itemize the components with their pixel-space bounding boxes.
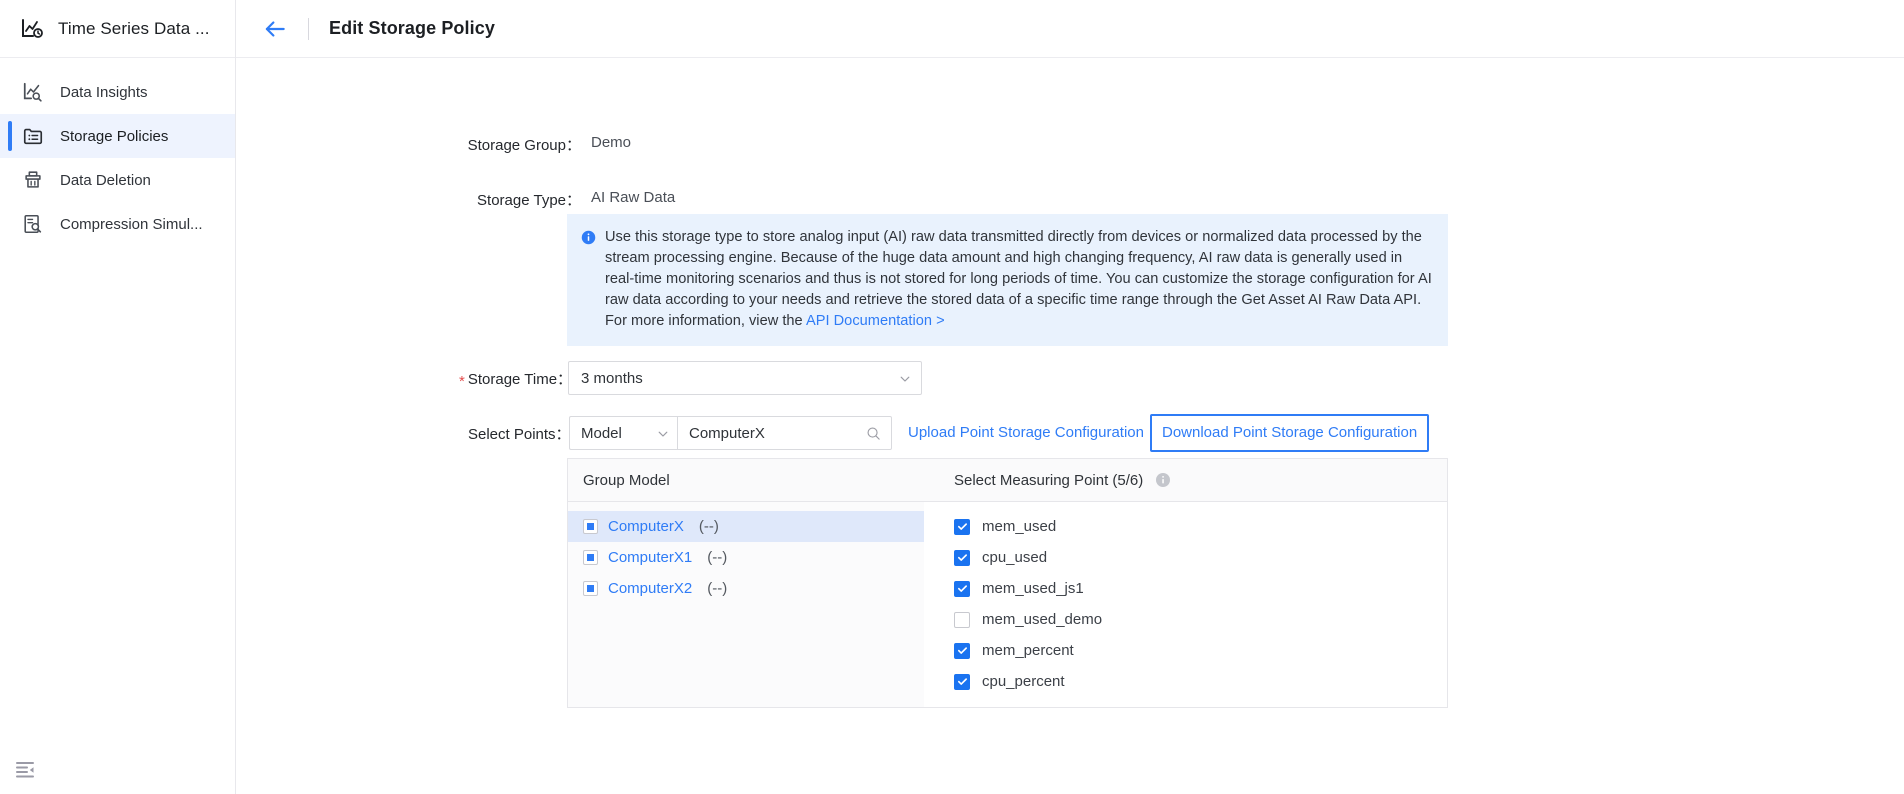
list-item[interactable]: mem_percent xyxy=(924,635,1447,666)
sidebar-collapse-icon[interactable] xyxy=(14,758,38,782)
group-model-checkbox[interactable] xyxy=(583,550,598,565)
group-model-suffix: (--) xyxy=(698,518,719,535)
required-marker: * xyxy=(459,372,465,390)
measuring-point-checkbox[interactable] xyxy=(954,549,970,566)
measuring-point-checkbox[interactable] xyxy=(954,642,970,659)
select-points-type-select[interactable]: Model xyxy=(569,416,677,450)
group-model-suffix: (--) xyxy=(707,549,728,566)
group-model-name: ComputerX1 xyxy=(608,549,693,566)
select-points-type-value: Model xyxy=(581,424,622,442)
measuring-point-label: mem_percent xyxy=(982,642,1074,659)
storage-group-label: Storage Group： xyxy=(467,137,581,154)
list-item[interactable]: cpu_percent xyxy=(924,666,1447,697)
info-circle-icon xyxy=(581,230,596,245)
storage-type-label: Storage Type： xyxy=(477,192,581,209)
storage-time-value: 3 months xyxy=(581,369,643,387)
measuring-point-checkbox[interactable] xyxy=(954,580,970,597)
sidebar-item-label: Compression Simul... xyxy=(60,215,203,233)
main-panel: Edit Storage Policy Storage Group： Demo … xyxy=(236,0,1904,794)
select-points-label: Select Points： xyxy=(468,425,571,443)
group-model-list: ComputerX (--) ComputerX1 (--) ComputerX… xyxy=(568,502,924,707)
brand-title: Time Series Data ... xyxy=(58,18,210,38)
storage-type-row: Storage Type： AI Raw Data xyxy=(468,189,675,210)
storage-time-label: * Storage Time： xyxy=(459,368,572,390)
list-item[interactable]: ComputerX (--) xyxy=(568,511,924,542)
sidebar-item-label: Data Insights xyxy=(60,83,148,101)
sidebar: Time Series Data ... Data Insights Stora… xyxy=(0,0,236,794)
info-body: Use this storage type to store analog in… xyxy=(605,229,1432,329)
measuring-point-label: mem_used_js1 xyxy=(982,580,1084,597)
list-item[interactable]: mem_used xyxy=(924,511,1447,542)
sidebar-item-label: Storage Policies xyxy=(60,127,169,145)
group-model-checkbox[interactable] xyxy=(583,581,598,596)
question-circle-icon[interactable] xyxy=(1155,472,1171,488)
sidebar-nav: Data Insights Storage Policies Data Dele… xyxy=(0,58,235,246)
download-point-storage-configuration-button[interactable]: Download Point Storage Configuration xyxy=(1150,414,1430,452)
measuring-point-label: mem_used_demo xyxy=(982,611,1103,628)
app-root: Time Series Data ... Data Insights Stora… xyxy=(0,0,1904,794)
sidebar-item-label: Data Deletion xyxy=(60,171,151,189)
points-table-body: ComputerX (--) ComputerX1 (--) ComputerX… xyxy=(568,502,1447,707)
storage-type-info-box: Use this storage type to store analog in… xyxy=(567,214,1448,346)
data-deletion-icon xyxy=(22,169,44,191)
list-item[interactable]: ComputerX2 (--) xyxy=(568,573,924,604)
list-item[interactable]: cpu_used xyxy=(924,542,1447,573)
storage-type-value: AI Raw Data xyxy=(591,189,676,206)
points-table-header: Group Model Select Measuring Point (5/6) xyxy=(568,459,1447,502)
column-header-select-measuring-point: Select Measuring Point (5/6) xyxy=(924,472,1447,489)
column-header-group-model: Group Model xyxy=(583,471,670,489)
points-table: Group Model Select Measuring Point (5/6) xyxy=(567,458,1448,708)
list-item[interactable]: mem_used_demo xyxy=(924,604,1447,635)
group-model-suffix: (--) xyxy=(707,580,728,597)
storage-time-select[interactable]: 3 months xyxy=(568,361,922,395)
storage-time-label-text: Storage Time： xyxy=(467,370,573,388)
page-title: Edit Storage Policy xyxy=(329,18,495,38)
topbar-divider xyxy=(308,17,309,40)
back-arrow-icon[interactable] xyxy=(262,16,288,42)
page-topbar: Edit Storage Policy xyxy=(236,0,1904,58)
sidebar-item-storage-policies[interactable]: Storage Policies xyxy=(0,114,235,158)
form-content: Storage Group： Demo Storage Type： AI Raw… xyxy=(236,58,1904,794)
measuring-point-label: cpu_percent xyxy=(982,673,1065,690)
storage-type-info-text: Use this storage type to store analog in… xyxy=(605,227,1432,332)
storage-policies-icon xyxy=(22,125,44,147)
storage-group-row: Storage Group： Demo xyxy=(459,134,631,155)
storage-group-value: Demo xyxy=(591,134,632,151)
chevron-down-icon xyxy=(657,427,669,439)
time-series-chart-icon xyxy=(20,17,44,41)
storage-time-row: * Storage Time： 3 months xyxy=(459,361,922,395)
api-documentation-link[interactable]: API Documentation > xyxy=(806,313,945,329)
group-model-name: ComputerX2 xyxy=(608,580,693,597)
group-model-checkbox[interactable] xyxy=(583,519,598,534)
measuring-point-list: mem_used cpu_used mem_used_js1 mem_used_… xyxy=(924,502,1447,707)
measuring-point-checkbox[interactable] xyxy=(954,673,970,690)
brand-header: Time Series Data ... xyxy=(0,0,235,58)
search-icon[interactable] xyxy=(866,426,881,441)
upload-point-storage-configuration-button[interactable]: Upload Point Storage Configuration xyxy=(908,416,1144,450)
measuring-point-label: cpu_used xyxy=(982,549,1048,566)
search-input[interactable] xyxy=(689,424,859,442)
sidebar-item-data-insights[interactable]: Data Insights xyxy=(0,70,235,114)
chevron-down-icon xyxy=(899,372,911,384)
select-points-row: Select Points： Model ComputerX Upload Po… xyxy=(468,414,1430,452)
sidebar-item-data-deletion[interactable]: Data Deletion xyxy=(0,158,235,202)
column-header-label: Select Measuring Point (5/6) xyxy=(954,471,1144,489)
data-insights-icon xyxy=(22,81,44,103)
list-item[interactable]: mem_used_js1 xyxy=(924,573,1447,604)
select-points-search-box[interactable] xyxy=(677,416,892,450)
measuring-point-label: mem_used xyxy=(982,518,1057,535)
measuring-point-checkbox[interactable] xyxy=(954,611,970,628)
compression-simulation-icon xyxy=(22,213,44,235)
group-model-name: ComputerX xyxy=(608,518,684,535)
sidebar-item-compression-simulation[interactable]: Compression Simul... xyxy=(0,202,235,246)
measuring-point-checkbox[interactable] xyxy=(954,518,970,535)
list-item[interactable]: ComputerX1 (--) xyxy=(568,542,924,573)
